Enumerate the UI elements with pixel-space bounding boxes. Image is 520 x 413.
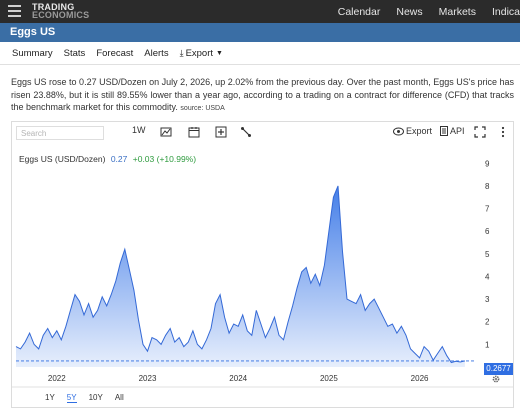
nav-links: Calendar News Markets Indica xyxy=(322,0,520,23)
menu-icon[interactable] xyxy=(8,5,21,17)
y-tick-label: 7 xyxy=(485,205,490,214)
settings-gear-icon[interactable] xyxy=(491,374,501,384)
nav-link-markets[interactable]: Markets xyxy=(439,6,476,18)
x-tick-label: 2023 xyxy=(139,374,157,383)
tab-export[interactable]: ⤓ Export ▼ xyxy=(180,48,223,59)
range-10y[interactable]: 10Y xyxy=(89,393,103,403)
x-tick-label: 2022 xyxy=(48,374,66,383)
tab-summary[interactable]: Summary xyxy=(12,48,53,59)
source-label: source: USDA xyxy=(180,105,225,112)
tab-alerts[interactable]: Alerts xyxy=(144,48,168,59)
download-icon: ⤓ xyxy=(179,47,184,58)
logo-line-2: ECONOMICS xyxy=(32,10,90,20)
tab-export-label: Export xyxy=(185,47,214,59)
chart-panel: 1W Export xyxy=(11,121,514,408)
y-tick-label: 1 xyxy=(485,340,490,349)
price-chart[interactable]: 1 2 3 4 5 6 7 8 9 2022 2023 2024 2025 2026 xyxy=(12,122,513,407)
y-tick-label: 9 xyxy=(485,159,490,168)
nav-link-news[interactable]: News xyxy=(396,6,422,18)
y-tick-label: 6 xyxy=(485,227,490,236)
caret-down-icon: ▼ xyxy=(216,49,223,57)
y-tick-label: 8 xyxy=(485,182,490,191)
top-nav-bar: TRADING ECONOMICS Calendar News Markets … xyxy=(0,0,520,23)
tab-stats[interactable]: Stats xyxy=(64,48,86,59)
logo[interactable]: TRADING ECONOMICS xyxy=(32,3,90,20)
page-title: Eggs US xyxy=(10,26,56,38)
x-tick-label: 2024 xyxy=(229,374,247,383)
tab-forecast[interactable]: Forecast xyxy=(96,48,133,59)
x-tick-label: 2025 xyxy=(320,374,338,383)
y-tick-label: 3 xyxy=(485,295,490,304)
range-all[interactable]: All xyxy=(115,393,124,403)
range-1y[interactable]: 1Y xyxy=(45,393,55,403)
range-selector: 1Y 5Y 10Y All xyxy=(45,393,136,403)
description-text: Eggs US rose to 0.27 USD/Dozen on July 2… xyxy=(11,77,514,112)
range-5y[interactable]: 5Y xyxy=(66,393,77,403)
description: Eggs US rose to 0.27 USD/Dozen on July 2… xyxy=(11,76,514,116)
series-area xyxy=(16,185,465,367)
x-tick-label: 2026 xyxy=(411,374,429,383)
nav-link-calendar[interactable]: Calendar xyxy=(338,6,381,18)
tab-bar: Summary Stats Forecast Alerts ⤓ Export ▼ xyxy=(0,42,520,65)
page-title-band: Eggs US xyxy=(0,23,520,42)
y-tick-label: 4 xyxy=(485,272,490,281)
y-tick-label: 5 xyxy=(485,250,490,259)
nav-link-indicators[interactable]: Indica xyxy=(492,6,520,18)
y-tick-label: 2 xyxy=(485,318,490,327)
